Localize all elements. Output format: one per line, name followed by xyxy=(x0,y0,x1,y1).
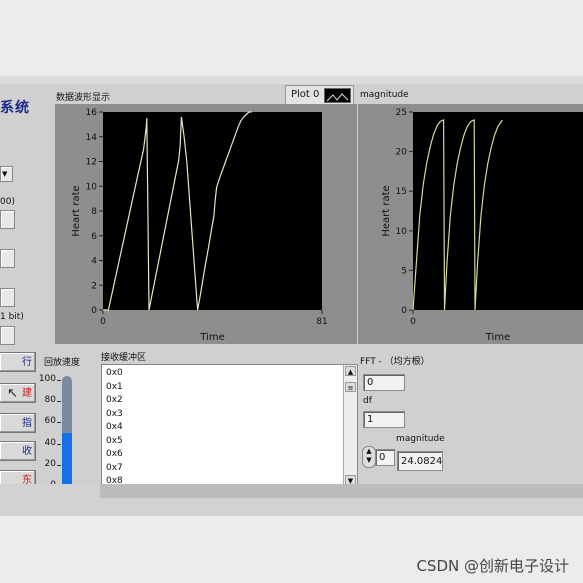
magnitude-field-label: magnitude xyxy=(396,434,445,444)
y-axis-label: Heart rate xyxy=(381,185,392,236)
y-tick-label: 25 xyxy=(396,108,407,118)
plot-legend-swatch xyxy=(324,88,351,103)
buffer-item: 0x3 xyxy=(106,408,123,419)
bottom-shadow xyxy=(100,484,583,498)
waveform-title: 数据波形显示 xyxy=(56,93,111,103)
buffer-item: 0x5 xyxy=(106,435,123,446)
df-label: df xyxy=(363,396,372,406)
bit-rate-label-fragment: 00) xyxy=(0,197,15,207)
gauge-tick-label: 20 xyxy=(44,458,56,469)
mouse-cursor-icon: ↖ xyxy=(7,386,18,401)
bottom-band xyxy=(0,484,583,516)
x-tick-label: 81 xyxy=(316,317,327,327)
watermark: CSDN @创新电子设计 xyxy=(416,557,569,575)
gauge-tick-label: 80 xyxy=(44,395,56,406)
buffer-item: 0x1 xyxy=(106,381,123,392)
plot-legend-label: Plot 0 xyxy=(291,89,320,100)
gauge-tick-label: 40 xyxy=(44,437,56,448)
buffer-item: 0x0 xyxy=(106,368,123,378)
index-field[interactable]: 0 xyxy=(375,449,395,466)
plot-area xyxy=(413,112,583,310)
buffer-item: 0x6 xyxy=(106,449,123,459)
x-axis-label: Time xyxy=(199,332,224,343)
scroll-up-icon[interactable]: ▲ xyxy=(345,366,356,376)
numeric-input-3[interactable] xyxy=(0,288,15,307)
numeric-input-4[interactable] xyxy=(0,326,15,345)
panel-top-strip xyxy=(0,76,583,84)
waveform-chart[interactable]: 0 2 4 6 8 10 12 14 16 0 81 Time Heart rate xyxy=(55,104,357,344)
playback-speed-slider[interactable] xyxy=(62,376,72,489)
side-button-3[interactable]: 收 xyxy=(0,441,36,461)
gauge-tick-mark xyxy=(57,464,61,466)
y-tick-label: 0 xyxy=(91,306,97,316)
y-tick-label: 20 xyxy=(396,148,408,158)
y-tick-label: 8 xyxy=(91,207,97,217)
fft-top-field[interactable]: 0 xyxy=(363,374,405,391)
x-axis-label: Time xyxy=(485,332,510,343)
side-button-0[interactable]: 行 xyxy=(0,352,36,372)
y-tick-label: 4 xyxy=(91,257,97,267)
x-tick-label: 0 xyxy=(410,317,416,327)
side-button-1[interactable]: 建 xyxy=(0,383,36,403)
playback-speed-fill xyxy=(62,432,72,489)
scroll-thumb[interactable]: ≡ xyxy=(345,382,356,392)
fft-title: FFT - （均方根） xyxy=(360,357,430,367)
numeric-input-1[interactable] xyxy=(0,210,15,229)
y-axis-label: Heart rate xyxy=(71,185,82,236)
gauge-tick-mark xyxy=(57,422,61,424)
plot-legend[interactable]: Plot 0 xyxy=(285,85,354,105)
magnitude-title: magnitude xyxy=(360,90,409,100)
y-tick-label: 10 xyxy=(396,227,408,237)
y-tick-label: 6 xyxy=(91,232,97,242)
y-tick-label: 14 xyxy=(86,133,98,143)
buffer-item: 0x4 xyxy=(106,422,123,432)
gauge-tick-mark xyxy=(57,401,61,403)
receive-buffer-list[interactable]: 0x0 0x1 0x2 0x3 0x4 0x5 0x6 0x7 0x8 ▲ ≡ ▼ xyxy=(101,364,358,487)
magnitude-chart[interactable]: 0 5 10 15 20 25 0 Time Heart rate xyxy=(358,104,583,344)
numeric-input-2[interactable] xyxy=(0,249,15,268)
dropdown-control[interactable]: ▼ xyxy=(0,166,13,182)
buffer-item: 0x7 xyxy=(106,462,123,473)
df-field[interactable]: 1 xyxy=(363,411,405,428)
y-tick-label: 0 xyxy=(401,306,407,316)
gauge-tick-mark xyxy=(57,443,61,445)
app-title-fragment: 系统 xyxy=(0,100,30,116)
plot-area xyxy=(103,112,322,310)
playback-speed-label: 回放速度 xyxy=(44,358,81,368)
gauge-tick-label: 100 xyxy=(38,374,56,384)
buffer-scrollbar[interactable]: ▲ ≡ ▼ xyxy=(343,365,357,486)
y-tick-label: 5 xyxy=(401,266,407,276)
gauge-tick-mark xyxy=(57,380,61,381)
index-stepper-icon[interactable]: ▲ ▼ xyxy=(362,446,376,468)
buffer-item: 0x2 xyxy=(106,395,123,405)
y-tick-label: 10 xyxy=(86,182,98,192)
y-tick-label: 12 xyxy=(86,158,97,168)
receive-buffer-title: 接收缓冲区 xyxy=(101,353,147,363)
y-tick-label: 16 xyxy=(86,108,98,118)
dropdown-arrow-icon: ▼ xyxy=(2,170,8,178)
y-tick-label: 15 xyxy=(396,187,407,197)
side-button-2[interactable]: 指 xyxy=(0,413,36,433)
stop-bit-label-fragment: 1 bit) xyxy=(0,312,24,322)
y-tick-label: 2 xyxy=(91,281,97,291)
x-tick-label: 0 xyxy=(100,317,106,327)
gauge-tick-label: 60 xyxy=(44,416,56,427)
magnitude-value-field[interactable]: 24.0824 xyxy=(397,451,443,471)
